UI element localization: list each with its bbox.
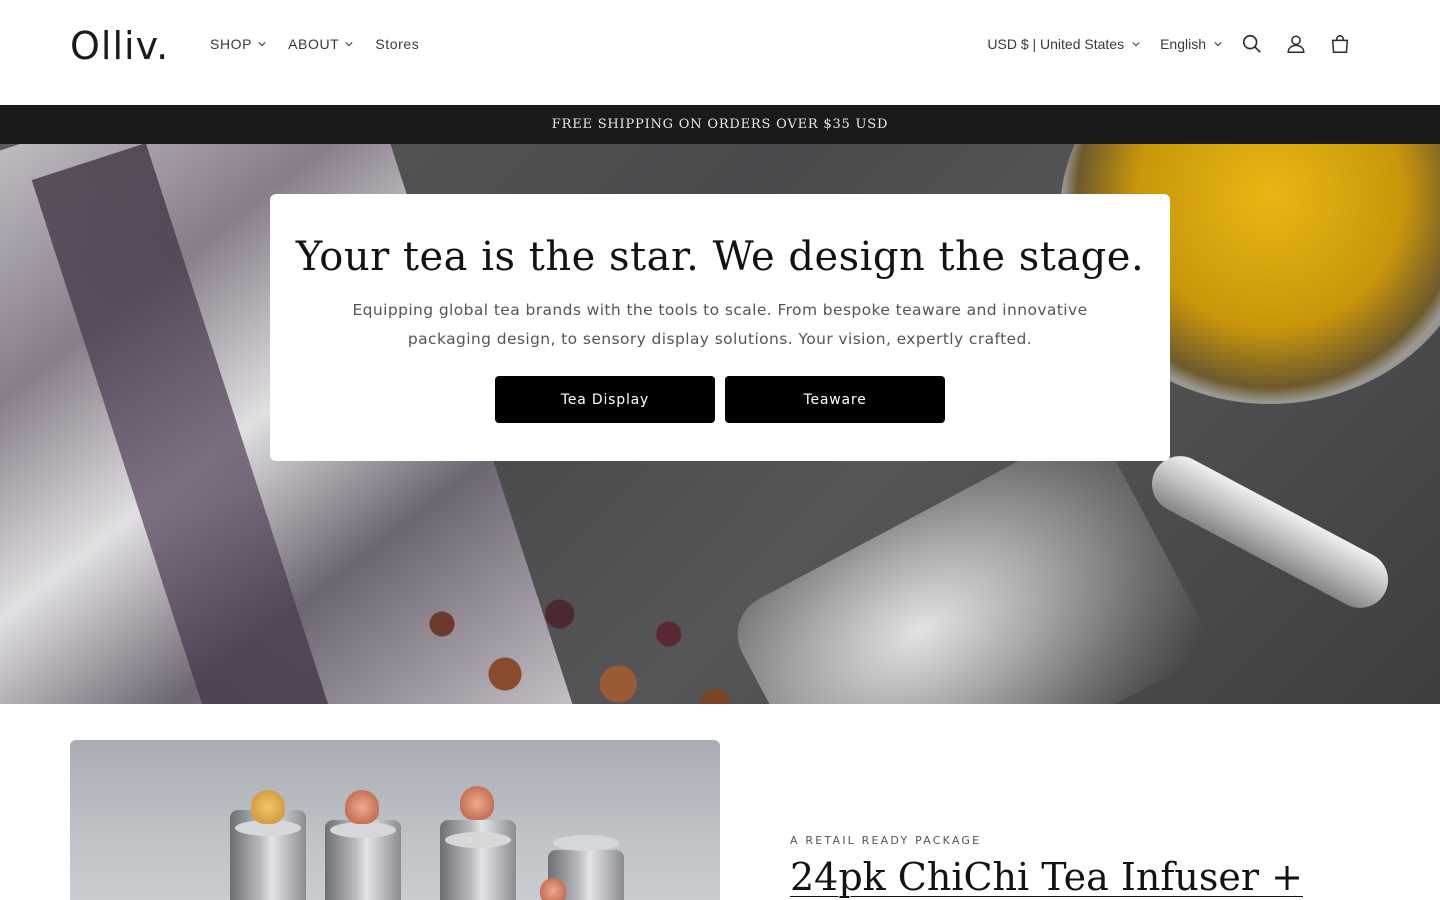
- nav-item-shop[interactable]: SHOP: [210, 34, 266, 54]
- account-button[interactable]: [1274, 22, 1318, 66]
- language-label: English: [1160, 36, 1206, 52]
- nav-item-label: SHOP: [210, 36, 253, 52]
- chevron-down-icon: [1214, 42, 1222, 47]
- header-utilities: USD $ | United States English: [987, 30, 1362, 58]
- hero-subtitle: Equipping global tea brands with the too…: [352, 301, 1088, 348]
- nav-item-label: ABOUT: [288, 36, 340, 52]
- nav-item-about[interactable]: ABOUT: [288, 34, 353, 54]
- squirrel-topper: [460, 786, 494, 820]
- infuser-lid: [445, 832, 511, 848]
- announcement-text: FREE SHIPPING ON ORDERS OVER $35 USD: [551, 117, 889, 132]
- feature-text: A RETAIL READY PACKAGE 24pk ChiChi Tea I…: [790, 834, 1303, 899]
- currency-selector[interactable]: USD $ | United States: [987, 36, 1140, 52]
- hero-image-tea-tin: [723, 420, 1217, 704]
- currency-label: USD $ | United States: [987, 36, 1125, 52]
- feature-image[interactable]: [70, 740, 720, 900]
- search-button[interactable]: [1230, 22, 1274, 66]
- account-icon: [1287, 35, 1305, 53]
- cart-icon: [1331, 35, 1349, 53]
- feature-eyebrow: A RETAIL READY PACKAGE: [790, 834, 982, 847]
- search-icon: [1242, 34, 1261, 53]
- infuser-lid: [553, 835, 619, 851]
- bird-topper: [345, 790, 379, 824]
- hero-card: Your tea is the star. We design the stag…: [270, 194, 1170, 461]
- nav-item-stores[interactable]: Stores: [375, 34, 419, 54]
- tea-display-button[interactable]: Tea Display: [495, 376, 715, 423]
- hero-banner: Your tea is the star. We design the stag…: [0, 144, 1440, 704]
- brand-logo[interactable]: Olliv.: [70, 24, 169, 68]
- site-header: Olliv. SHOP ABOUT Stores USD $ | United …: [0, 0, 1440, 105]
- hero-title: Your tea is the star. We design the stag…: [295, 234, 1145, 280]
- feature-title-link[interactable]: 24pk ChiChi Tea Infuser +: [790, 855, 1303, 899]
- nav-item-label: Stores: [375, 36, 420, 52]
- chevron-down-icon: [258, 42, 266, 47]
- cart-button[interactable]: [1318, 22, 1362, 66]
- flower-topper: [251, 790, 285, 824]
- hero-buttons: Tea Display Teaware: [270, 376, 1170, 423]
- language-selector[interactable]: English: [1160, 36, 1222, 52]
- chevron-down-icon: [1132, 42, 1140, 47]
- infuser-lid: [330, 822, 396, 838]
- chevron-down-icon: [345, 42, 353, 47]
- small-topper: [540, 878, 566, 900]
- main-nav: SHOP ABOUT Stores: [210, 34, 441, 54]
- teaware-button[interactable]: Teaware: [725, 376, 945, 423]
- announcement-bar: FREE SHIPPING ON ORDERS OVER $35 USD: [0, 105, 1440, 144]
